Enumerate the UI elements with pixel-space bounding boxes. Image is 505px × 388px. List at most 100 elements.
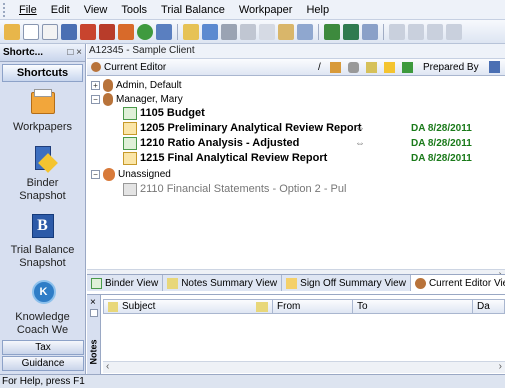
tree-row[interactable]: 2110 Financial Statements - Option 2 - P… [123,182,346,196]
unlock-icon[interactable] [427,23,443,40]
grid-icon[interactable] [362,23,378,40]
tab-current-editor-view[interactable]: Current Editor View [410,275,505,291]
print-icon[interactable] [221,23,237,40]
expand-icon[interactable]: + [91,80,100,90]
editor-tab-icon [414,277,426,289]
spreadsheet-icon [123,106,137,120]
shortcut-trial-balance[interactable]: B Trial Balance Snapshot [0,211,85,270]
paste-icon[interactable] [278,23,294,40]
prepared-by-column[interactable]: Prepared By [423,62,479,73]
trial-balance-icon: B [27,211,59,241]
menu-tools[interactable]: Tools [114,4,154,16]
tree-row[interactable]: + Admin, Default [91,78,182,92]
notes-col-to[interactable]: To [352,300,472,313]
notes-col-date[interactable]: Da [472,300,490,313]
new-binder-icon[interactable] [4,23,20,40]
restore-icon[interactable] [90,309,98,317]
cut-icon[interactable] [240,23,256,40]
edit-icon[interactable] [183,23,199,40]
notes-col-subject[interactable]: Subject [122,300,252,313]
link-icon[interactable] [446,23,462,40]
tree-row[interactable]: − Unassigned [91,167,171,181]
tree-row[interactable]: 1215 Final Analytical Review Report [123,151,327,165]
link-icon: ⇔ [355,138,365,149]
new-doc-icon[interactable] [23,23,39,40]
editor-tree: + Admin, Default − Manager, Mary 1105 Bu… [87,76,505,281]
sync-icon[interactable] [156,23,172,40]
note-icon [108,302,118,312]
link-col-icon [348,61,359,73]
signoff-date: DA 8/28/2011 [411,123,472,134]
view-tabs: Binder View Notes Summary View Sign Off … [87,274,505,291]
menu-trial-balance[interactable]: Trial Balance [154,4,232,16]
column-slash: / [318,61,321,73]
unassigned-icon [103,167,115,181]
tb-adjust-icon[interactable] [324,23,340,40]
menu-file[interactable]: File [12,4,44,16]
properties-icon[interactable] [297,23,313,40]
tree-row[interactable]: 1205 Preliminary Analytical Review Repor… [123,121,362,135]
tab-binder-view[interactable]: Binder View [87,275,164,291]
scroll-right-icon[interactable]: › [499,361,502,372]
shortcuts-title: Shortcuts [2,64,83,82]
tab-notes-summary-view[interactable]: Notes Summary View [163,275,283,291]
link-icon: ⇔ [355,123,365,134]
book-red2-icon[interactable] [99,23,115,40]
binder-snapshot-icon [27,144,59,174]
refresh-icon[interactable] [137,23,153,40]
signoff-tab-icon [286,277,298,289]
book-orange-icon[interactable] [118,23,134,40]
notes-horizontal-scrollbar[interactable]: ‹ › [103,361,505,373]
tab-signoff-summary-view[interactable]: Sign Off Summary View [282,275,411,291]
copy-icon[interactable] [259,23,275,40]
menu-edit[interactable]: Edit [44,4,77,16]
menu-workpaper[interactable]: Workpaper [232,4,300,16]
close-icon[interactable]: × [90,297,96,308]
knowledge-coach-icon: K [27,278,59,308]
collapse-icon[interactable]: − [91,94,100,104]
status-col-icon [402,61,413,73]
column-header: Current Editor / Prepared By [87,59,505,76]
open-doc-icon[interactable] [42,23,58,40]
collapse-icon[interactable]: − [91,169,100,179]
shortcut-workpapers-label: Workpapers [12,121,73,133]
editor-icon [91,62,101,72]
book-red-icon[interactable] [80,23,96,40]
notes-col-from[interactable]: From [272,300,352,313]
lock-icon[interactable] [408,23,424,40]
signoff-icon[interactable] [389,23,405,40]
tree-row[interactable]: − Manager, Mary [91,92,183,106]
note-flag-icon [256,302,268,312]
guidance-button[interactable]: Guidance [2,356,84,371]
tree-row[interactable]: 1210 Ratio Analysis - Adjusted [123,136,299,150]
pane-controls[interactable]: □ × [67,47,82,58]
shortcuts-pane-title: Shortc... [3,47,44,58]
main-area: A12345 - Sample Client Current Editor / … [87,44,505,375]
shortcut-knowledge-coach-label: Knowledge Coach We [15,311,70,336]
reviewed-col-icon [489,61,500,73]
spreadsheet-icon [123,136,137,150]
warning-col-icon [384,61,395,73]
tb-import-icon[interactable] [343,23,359,40]
menu-help[interactable]: Help [299,4,336,16]
scroll-left-icon[interactable]: ‹ [106,361,109,372]
document-icon [123,151,137,165]
note-col-icon [366,61,377,73]
toolbar [0,20,505,44]
tree-row[interactable]: 1105 Budget [123,106,205,120]
shortcut-knowledge-coach[interactable]: K Knowledge Coach We [0,278,85,337]
document-icon [123,121,137,135]
tax-button[interactable]: Tax [2,340,84,355]
chart-icon[interactable] [202,23,218,40]
current-editor-column[interactable]: Current Editor [104,62,166,73]
shortcut-workpapers[interactable]: Workpapers [0,88,85,134]
shortcut-binder-snapshot-label: Binder Snapshot [19,177,66,202]
binder-tab-icon [91,277,102,289]
menu-grip [3,2,9,17]
notes-sidebar: × Notes [87,295,101,375]
shortcut-binder-snapshot[interactable]: Binder Snapshot [0,144,85,203]
shortcuts-pane-header: Shortc... □ × [0,44,85,62]
binder-icon[interactable] [61,23,77,40]
menu-view[interactable]: View [77,4,115,16]
notes-panel: × Notes Subject From To Da ‹ › [87,294,505,375]
